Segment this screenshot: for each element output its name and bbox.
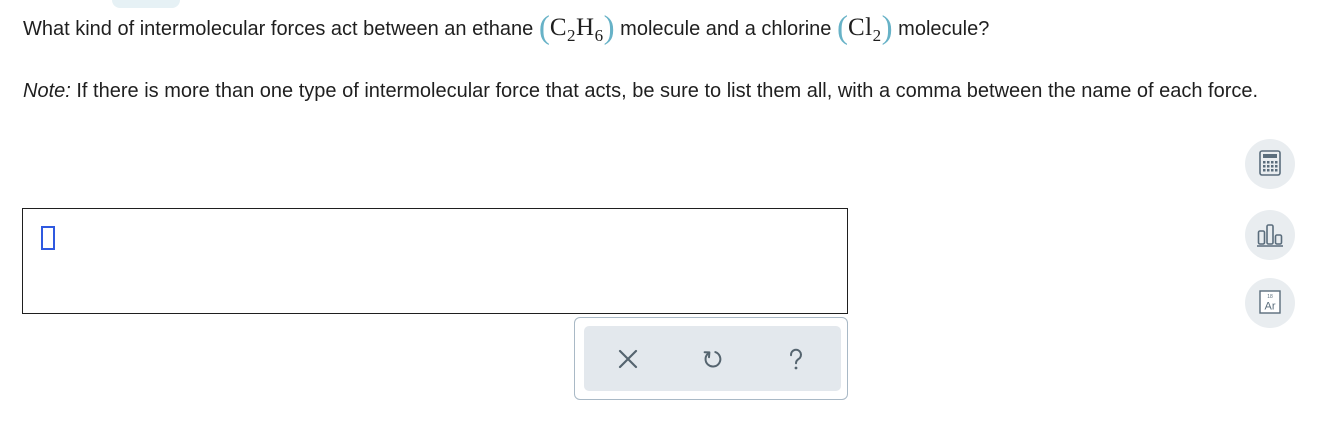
undo-icon [703,351,722,368]
calculator-icon [1259,150,1281,176]
undo-button[interactable] [700,346,726,372]
clear-button[interactable] [615,346,641,372]
periodic-table-button[interactable]: 18 Ar [1245,278,1295,328]
x-icon [618,349,638,369]
ethane-formula: C2H6 [549,14,604,45]
svg-text:18: 18 [1267,294,1273,300]
svg-text:Ar: Ar [1265,301,1276,313]
question-text: What kind of intermolecular forces act b… [23,10,990,46]
input-cursor [41,226,55,250]
question-text-before: What kind of intermolecular forces act b… [23,18,534,40]
question-text-after: molecule? [898,18,990,40]
chlorine-formula: Cl2 [847,14,882,45]
periodic-table-icon: 18 Ar [1259,290,1281,314]
top-tab-indicator [112,0,180,8]
note-text: Note: If there is more than one type of … [23,78,1318,104]
note-body: If there is more than one type of interm… [76,80,1259,102]
action-panel [574,317,848,400]
help-button[interactable] [783,346,809,372]
data-button[interactable] [1245,210,1295,260]
calculator-button[interactable] [1245,139,1295,189]
action-bar [584,326,841,391]
question-icon [790,348,802,370]
note-label: Note: [23,80,71,102]
bar-chart-icon [1257,224,1283,247]
question-text-middle: molecule and a chlorine [620,18,832,40]
answer-input[interactable] [22,208,848,314]
